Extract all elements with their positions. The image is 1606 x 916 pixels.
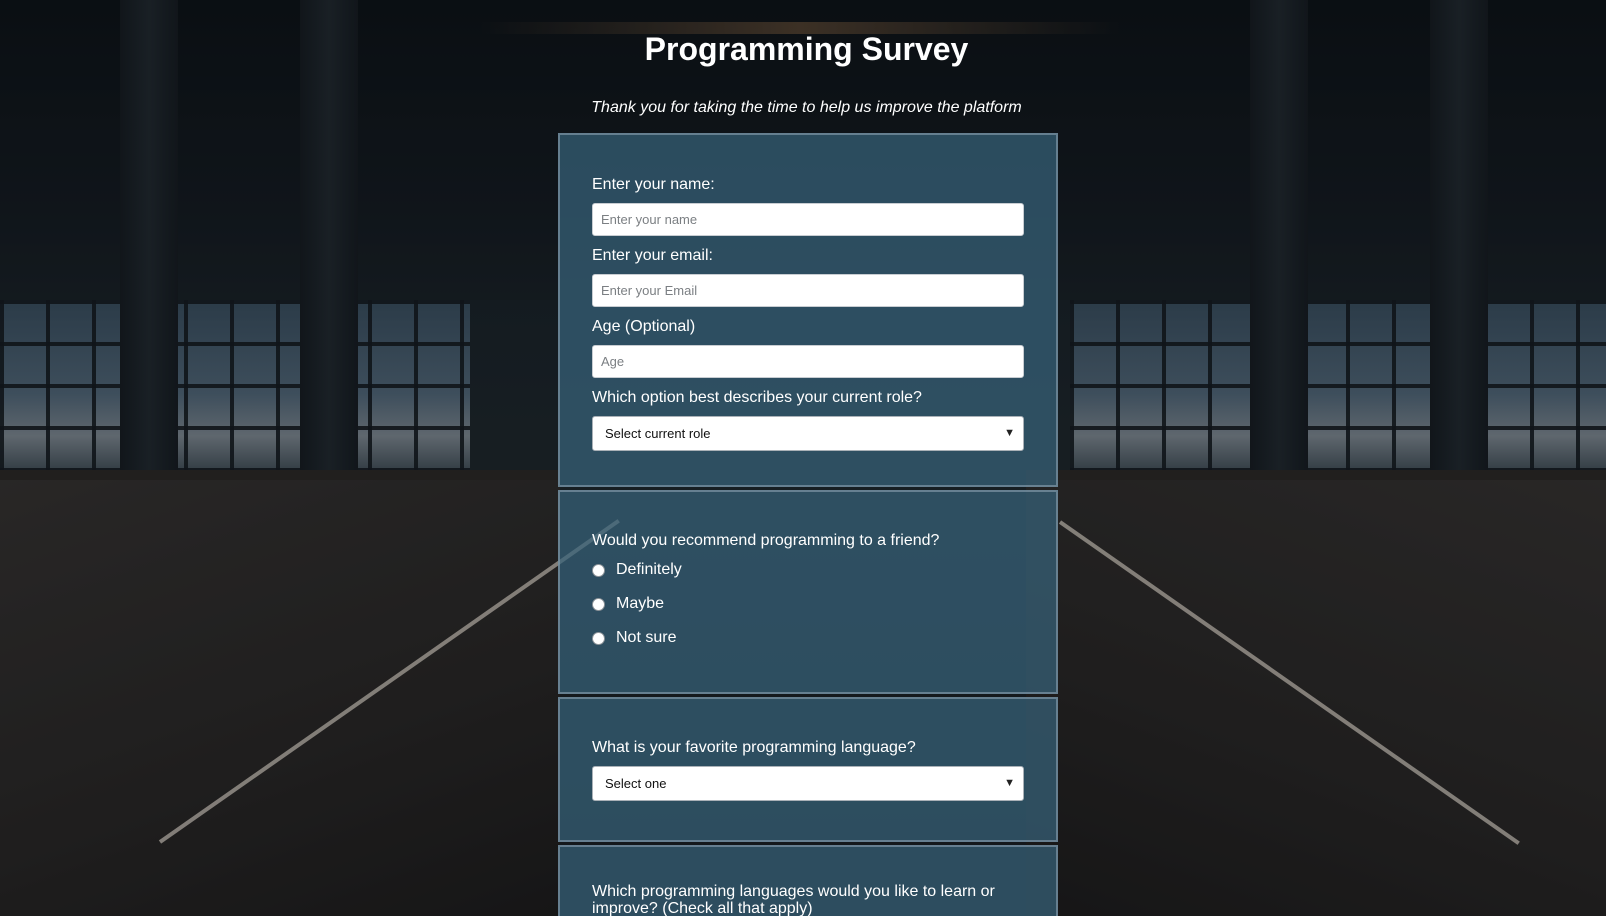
radio-label: Not sure <box>616 629 677 646</box>
recommend-section: Would you recommend programming to a fri… <box>558 490 1058 694</box>
name-label: Enter your name: <box>592 176 715 193</box>
radio-option-not-sure[interactable]: Not sure <box>592 621 1024 655</box>
age-input[interactable] <box>592 345 1024 378</box>
page-subtitle: Thank you for taking the time to help us… <box>591 99 1022 116</box>
page-title: Programming Survey <box>644 31 969 67</box>
age-label: Age (Optional) <box>592 318 696 335</box>
name-input[interactable] <box>592 203 1024 236</box>
learn-languages-section: Which programming languages would you li… <box>558 845 1058 916</box>
role-select[interactable]: Select current role ▼ <box>592 416 1024 451</box>
recommend-label: Would you recommend programming to a fri… <box>592 532 940 549</box>
favorite-language-select-value: Select one <box>605 776 667 791</box>
chevron-down-icon: ▼ <box>1004 777 1015 789</box>
personal-info-section: Enter your name: Enter your email: Age (… <box>558 133 1058 487</box>
radio-button[interactable] <box>592 597 605 611</box>
role-label: Which option best describes your current… <box>592 389 922 406</box>
radio-button[interactable] <box>592 563 605 577</box>
favorite-language-select[interactable]: Select one ▼ <box>592 766 1024 801</box>
radio-option-maybe[interactable]: Maybe <box>592 587 1024 621</box>
learn-languages-label: Which programming languages would you li… <box>592 883 995 916</box>
radio-button[interactable] <box>592 631 605 645</box>
favorite-language-section: What is your favorite programming langua… <box>558 697 1058 842</box>
radio-option-definitely[interactable]: Definitely <box>592 553 1024 587</box>
email-input[interactable] <box>592 274 1024 307</box>
role-select-value: Select current role <box>605 426 711 441</box>
email-label: Enter your email: <box>592 247 713 264</box>
radio-label: Maybe <box>616 595 665 612</box>
radio-label: Definitely <box>616 561 682 578</box>
favorite-language-label: What is your favorite programming langua… <box>592 739 916 756</box>
chevron-down-icon: ▼ <box>1004 427 1015 439</box>
